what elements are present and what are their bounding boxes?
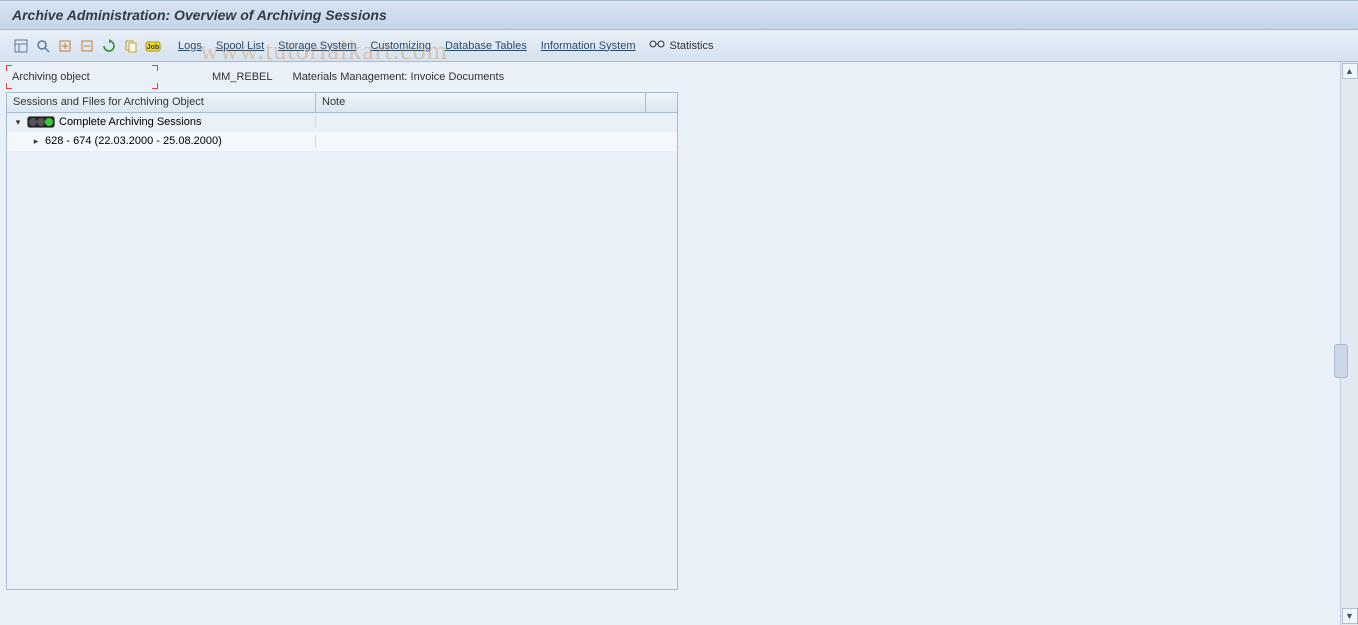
title-bar: Archive Administration: Overview of Arch…	[0, 0, 1358, 30]
statistics-label: Statistics	[669, 40, 713, 52]
job-icon[interactable]: Job	[142, 35, 164, 57]
archiving-object-label-box: Archiving object	[8, 67, 156, 87]
archiving-object-row: Archiving object MM_REBEL Materials Mana…	[0, 62, 1340, 92]
statistics-button[interactable]: Statistics	[649, 39, 713, 52]
logs-button[interactable]: Logs	[178, 40, 202, 52]
collapse-node-icon[interactable]: ▾	[13, 117, 23, 128]
scrollbar-handle[interactable]	[1334, 344, 1348, 378]
layout-icon[interactable]	[10, 35, 32, 57]
tree-root-label: Complete Archiving Sessions	[59, 116, 201, 128]
tree-item-label: 628 - 674 (22.03.2000 - 25.08.2000)	[45, 135, 222, 147]
table-header: Sessions and Files for Archiving Object …	[7, 93, 677, 113]
glasses-icon	[649, 39, 665, 52]
column-header-sessions[interactable]: Sessions and Files for Archiving Object	[7, 93, 316, 112]
database-tables-button[interactable]: Database Tables	[445, 40, 527, 52]
expand-node-icon[interactable]: ▸	[31, 136, 41, 147]
table-body: ▾ Complete Archiving Sessions ▸ 628 - 67…	[7, 113, 677, 151]
column-header-note[interactable]: Note	[316, 93, 646, 112]
vertical-scrollbar[interactable]: ▲ ▼	[1340, 62, 1358, 625]
storage-system-button[interactable]: Storage System	[278, 40, 356, 52]
expand-icon[interactable]	[54, 35, 76, 57]
toolbar-icon-group: Job	[10, 35, 164, 57]
refresh-icon[interactable]	[98, 35, 120, 57]
spool-list-button[interactable]: Spool List	[216, 40, 264, 52]
archiving-object-description: Materials Management: Invoice Documents	[273, 71, 505, 83]
find-icon[interactable]	[32, 35, 54, 57]
content-wrapper: Archiving object MM_REBEL Materials Mana…	[0, 62, 1358, 625]
archiving-object-value: MM_REBEL	[156, 71, 273, 83]
tree-root-row[interactable]: ▾ Complete Archiving Sessions	[7, 113, 677, 132]
traffic-light-icon	[27, 116, 55, 128]
svg-text:Job: Job	[147, 44, 159, 51]
scroll-up-icon[interactable]: ▲	[1342, 63, 1358, 79]
customizing-button[interactable]: Customizing	[370, 40, 431, 52]
content-area: Archiving object MM_REBEL Materials Mana…	[0, 62, 1340, 625]
tree-item-row[interactable]: ▸ 628 - 674 (22.03.2000 - 25.08.2000)	[7, 132, 677, 151]
archiving-object-label: Archiving object	[12, 71, 90, 83]
collapse-icon[interactable]	[76, 35, 98, 57]
page-title: Archive Administration: Overview of Arch…	[12, 7, 387, 23]
application-toolbar: Job Logs Spool List Storage System Custo…	[0, 30, 1358, 62]
column-header-rest	[646, 93, 677, 112]
scroll-down-icon[interactable]: ▼	[1342, 608, 1358, 624]
information-system-button[interactable]: Information System	[541, 40, 636, 52]
sessions-table: Sessions and Files for Archiving Object …	[6, 92, 678, 590]
copy-icon[interactable]	[120, 35, 142, 57]
